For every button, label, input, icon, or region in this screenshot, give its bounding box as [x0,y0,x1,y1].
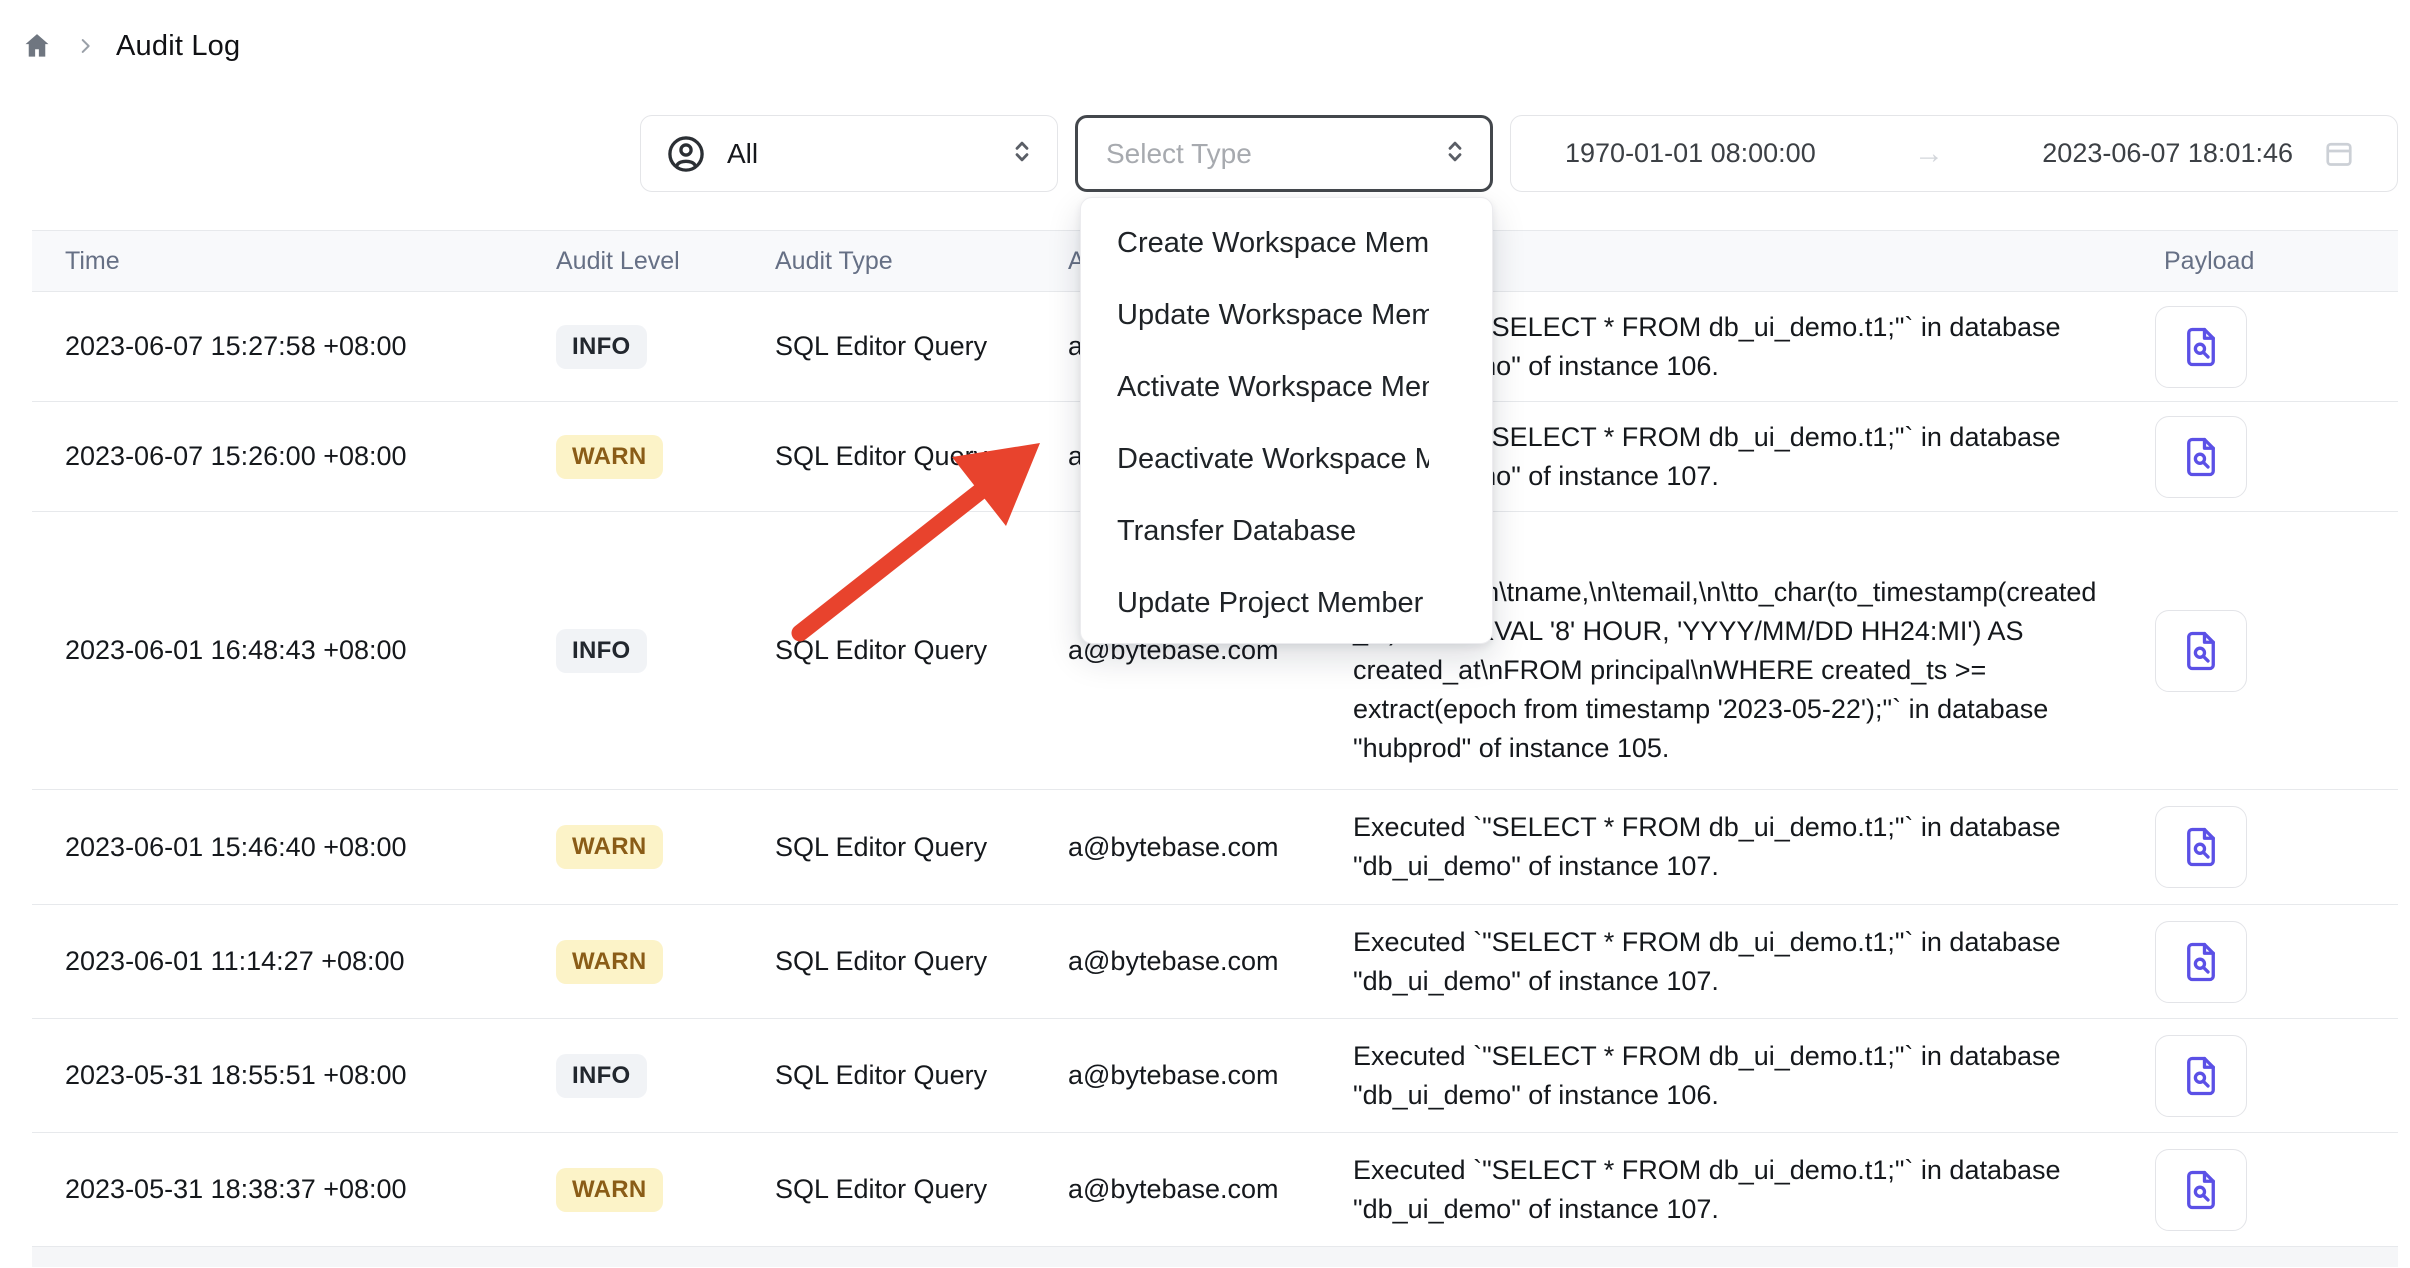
menu-item-activate-workspace-member[interactable]: Activate Workspace Member [1081,351,1492,423]
cell-audit-level: WARN [556,1133,663,1246]
cell-audit-type: SQL Editor Query [775,512,987,789]
menu-item-create-workspace-member[interactable]: Create Workspace Member [1081,207,1492,279]
filter-bar: All Select Type 1970-01-01 08:00:00 → 20… [640,115,2398,192]
view-payload-button[interactable] [2155,1149,2247,1231]
cell-time: 2023-06-07 15:26:00 +08:00 [65,402,407,511]
status-badge: WARN [556,940,663,984]
cell-actor: a@bytebase.com [1068,1133,1279,1246]
type-select-menu: Create Workspace Member Update Workspace… [1080,197,1493,644]
date-range-arrow-icon: → [1816,137,2043,171]
cell-comment: Executed `"SELECT * FROM db_ui_demo.t1;"… [1353,1133,2111,1246]
cell-actor: a@bytebase.com [1068,790,1279,904]
cell-audit-type: SQL Editor Query [775,905,987,1018]
page-title: Audit Log [116,30,240,63]
cell-payload [2155,512,2247,789]
view-payload-button[interactable] [2155,610,2247,692]
cell-audit-type: SQL Editor Query [775,1133,987,1246]
cell-comment: Executed `"SELECT * FROM db_ui_demo.t1;"… [1353,905,2111,1018]
column-header-level: Audit Level [556,231,680,291]
view-payload-button[interactable] [2155,306,2247,388]
cell-time: 2023-06-07 15:27:58 +08:00 [65,292,407,401]
type-select[interactable]: Select Type [1075,115,1493,192]
cell-time: 2023-05-31 18:38:37 +08:00 [65,1133,407,1246]
cell-audit-level: INFO [556,512,647,789]
table-row: 2023-05-31 18:55:51 +08:00 INFO SQL Edit… [32,1019,2398,1133]
view-payload-button[interactable] [2155,921,2247,1003]
menu-item-update-workspace-member[interactable]: Update Workspace Member [1081,279,1492,351]
date-range-start[interactable]: 1970-01-01 08:00:00 [1565,138,1816,169]
cell-audit-level: INFO [556,1019,647,1132]
table-row: 2023-06-01 15:46:40 +08:00 WARN SQL Edit… [32,790,2398,905]
status-badge: INFO [556,1054,647,1098]
cell-time: 2023-06-01 11:14:27 +08:00 [65,905,405,1018]
breadcrumb: Audit Log [20,24,240,68]
status-badge: WARN [556,1168,663,1212]
cell-payload [2155,402,2247,511]
menu-item-deactivate-workspace-member[interactable]: Deactivate Workspace Member [1081,423,1492,495]
cell-actor: a@bytebase.com [1068,1019,1279,1132]
menu-item-update-project-member-role[interactable]: Update Project Member Role [1081,567,1492,639]
column-header-time: Time [65,231,120,291]
cell-audit-type: SQL Editor Query [775,790,987,904]
menu-item-transfer-database[interactable]: Transfer Database [1081,495,1492,567]
cell-actor: a@bytebase.com [1068,905,1279,1018]
home-icon[interactable] [20,29,54,63]
select-updown-icon [1007,136,1037,171]
cell-audit-level: WARN [556,402,663,511]
column-header-payload: Payload [2164,231,2254,291]
user-scope-value: All [727,138,758,170]
view-payload-button[interactable] [2155,1035,2247,1117]
cell-payload [2155,1133,2247,1246]
cell-time: 2023-06-01 16:48:43 +08:00 [65,512,407,789]
cell-payload [2155,1019,2247,1132]
next-row-partial [32,1247,2398,1267]
table-row: 2023-05-31 18:38:37 +08:00 WARN SQL Edit… [32,1133,2398,1247]
user-scope-select[interactable]: All [640,115,1058,192]
status-badge: WARN [556,435,663,479]
cell-audit-type: SQL Editor Query [775,292,987,401]
cell-comment: Executed `"SELECT * FROM db_ui_demo.t1;"… [1353,1019,2111,1132]
cell-comment: Executed `"SELECT * FROM db_ui_demo.t1;"… [1353,790,2111,904]
cell-time: 2023-05-31 18:55:51 +08:00 [65,1019,407,1132]
audit-log-page: Audit Log All Select Type 1970-01-01 08:… [0,0,2410,1268]
cell-audit-level: WARN [556,790,663,904]
view-payload-button[interactable] [2155,416,2247,498]
cell-audit-level: INFO [556,292,647,401]
type-select-placeholder: Select Type [1106,138,1252,170]
cell-payload [2155,292,2247,401]
cell-audit-type: SQL Editor Query [775,1019,987,1132]
status-badge: INFO [556,325,647,369]
view-payload-button[interactable] [2155,806,2247,888]
cell-payload [2155,905,2247,1018]
cell-audit-type: SQL Editor Query [775,402,987,511]
date-range-end[interactable]: 2023-06-07 18:01:46 [2042,138,2293,169]
cell-audit-level: WARN [556,905,663,1018]
cell-time: 2023-06-01 15:46:40 +08:00 [65,790,407,904]
user-circle-icon [665,133,707,175]
table-row: 2023-06-01 11:14:27 +08:00 WARN SQL Edit… [32,905,2398,1019]
status-badge: INFO [556,629,647,673]
select-updown-icon [1440,136,1470,171]
status-badge: WARN [556,825,663,869]
chevron-right-icon [74,35,96,57]
date-range-picker[interactable]: 1970-01-01 08:00:00 → 2023-06-07 18:01:4… [1510,115,2398,192]
cell-payload [2155,790,2247,904]
column-header-type: Audit Type [775,231,893,291]
calendar-icon [2321,136,2357,172]
